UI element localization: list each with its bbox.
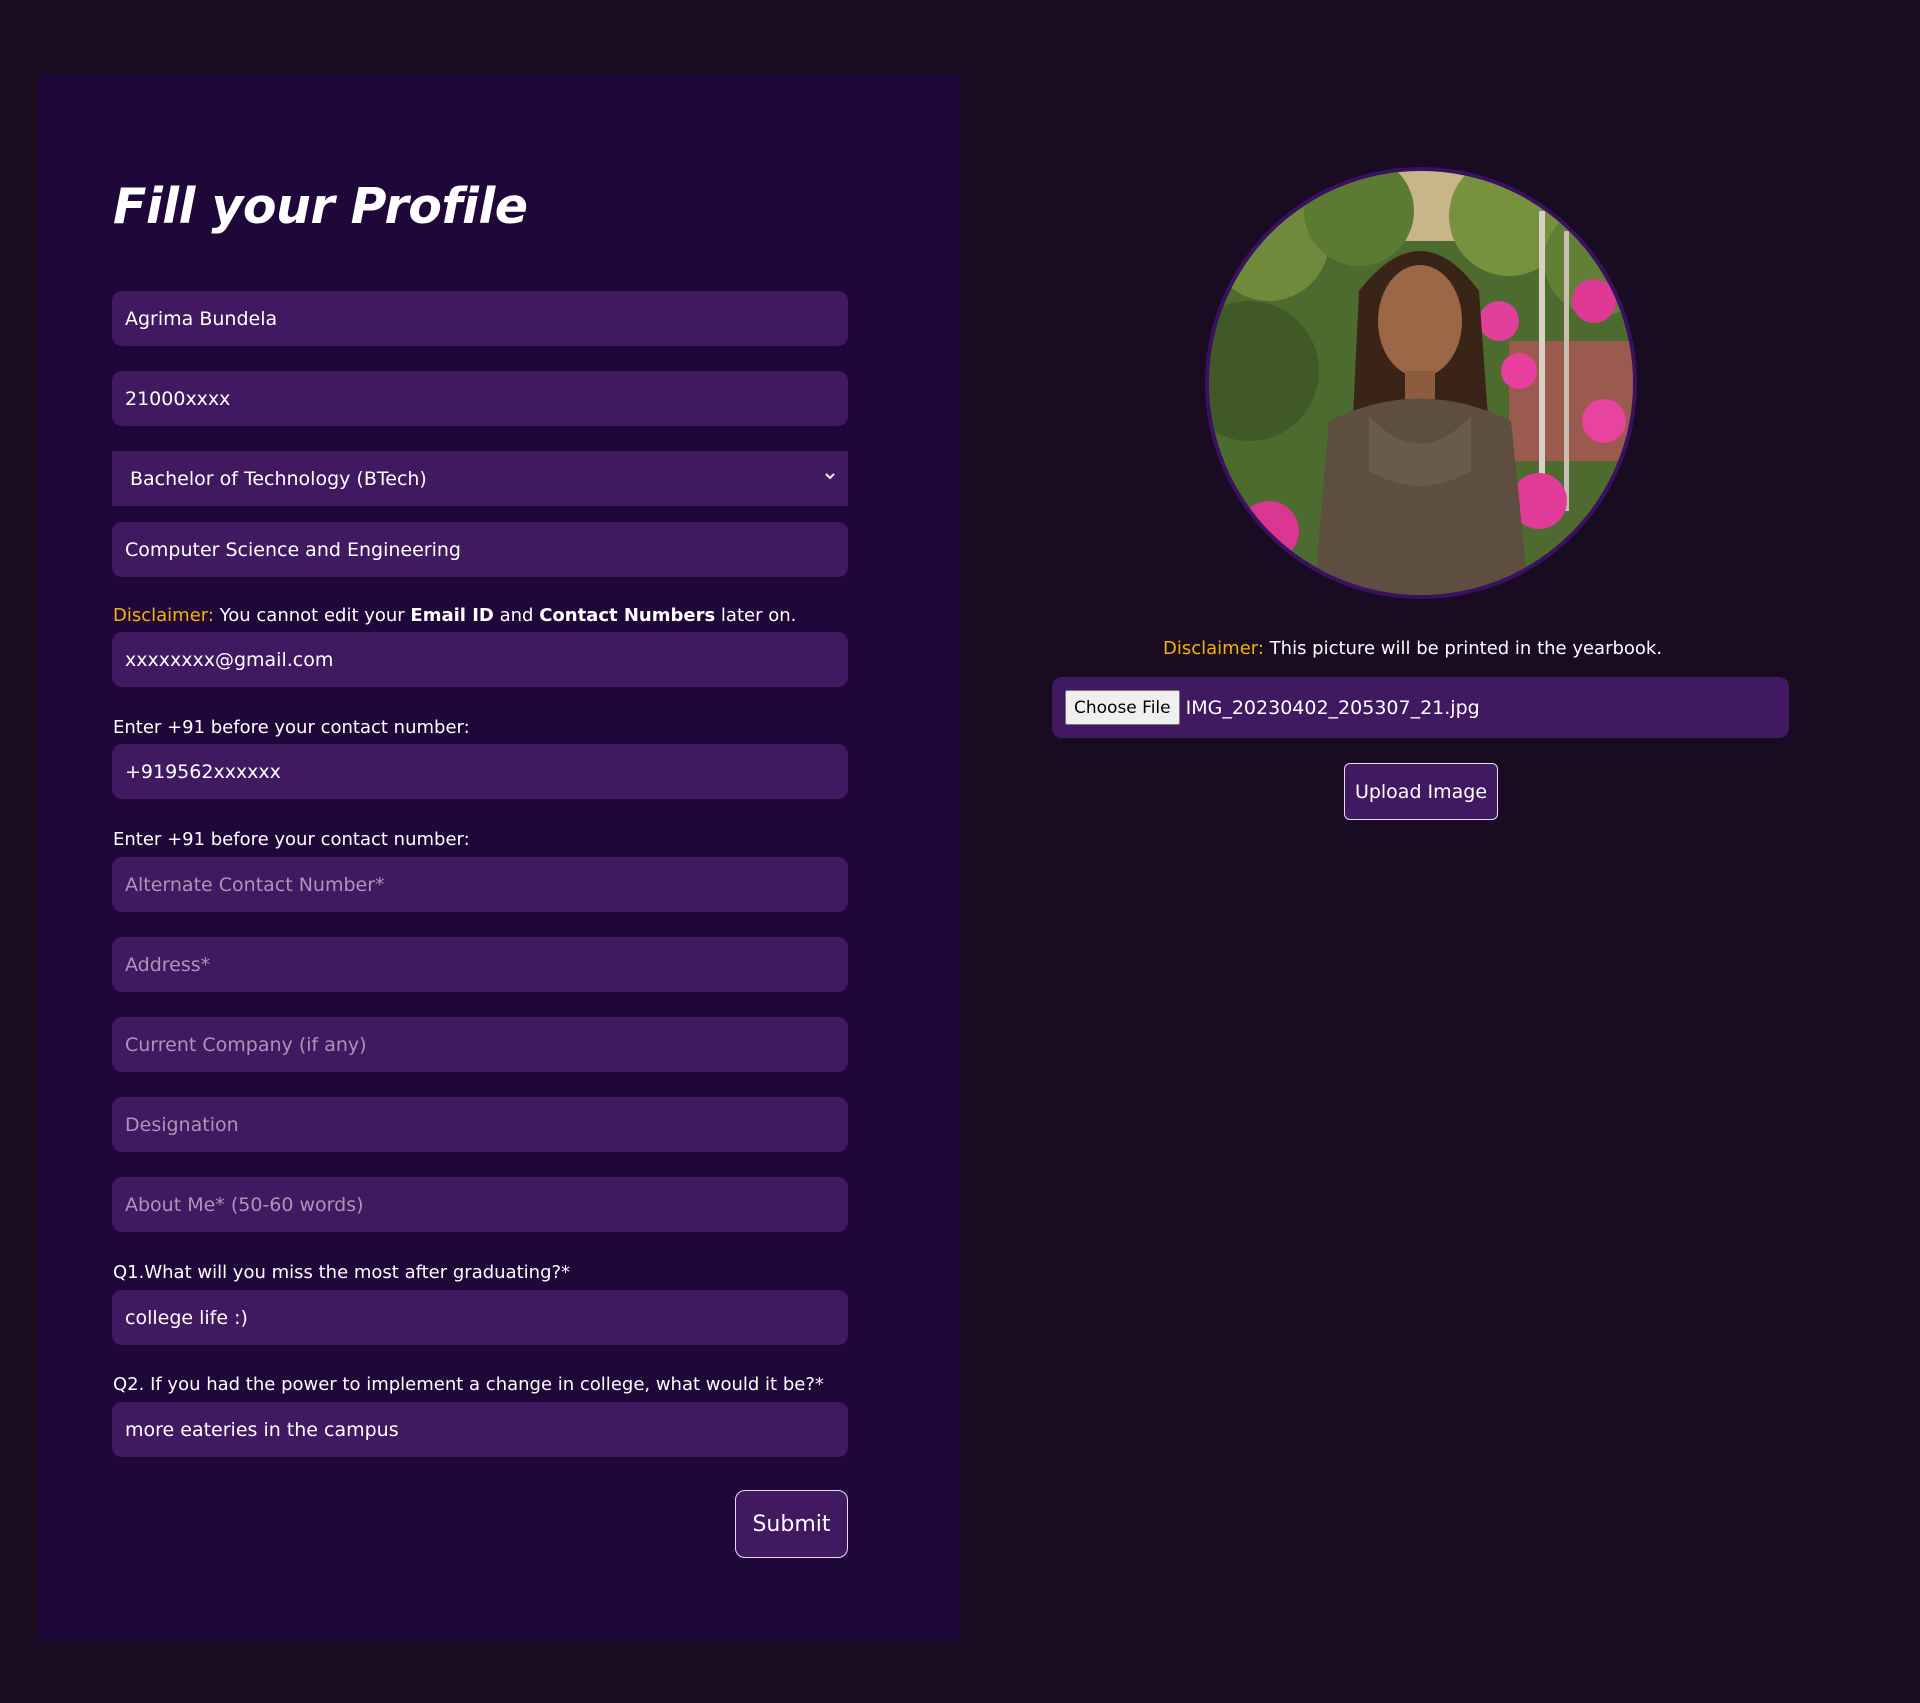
disclaimer-text-end: later on. [715, 605, 797, 626]
submit-button[interactable]: Submit [735, 1490, 848, 1558]
photo-disclaimer: Disclaimer: This picture will be printed… [1163, 638, 1662, 659]
contact-number-field[interactable] [112, 744, 848, 799]
question-2-field[interactable] [112, 1402, 848, 1457]
profile-photo-image [1209, 171, 1633, 595]
branch-field[interactable] [112, 522, 848, 577]
designation-field[interactable] [112, 1097, 848, 1152]
contact-hint-label: Enter +91 before your contact number: [113, 717, 470, 738]
choose-file-button[interactable]: Choose File [1065, 690, 1180, 725]
disclaimer-prefix: Disclaimer: [113, 605, 214, 626]
question-1-field[interactable] [112, 1290, 848, 1345]
roll-number-field[interactable] [112, 371, 848, 426]
chevron-down-icon [825, 472, 835, 479]
degree-select-value: Bachelor of Technology (BTech) [130, 467, 427, 490]
name-field[interactable] [112, 291, 848, 346]
upload-image-button[interactable]: Upload Image [1344, 763, 1498, 820]
question-1-label: Q1.What will you miss the most after gra… [113, 1262, 571, 1283]
address-field[interactable] [112, 937, 848, 992]
alt-contact-hint-label: Enter +91 before your contact number: [113, 829, 470, 850]
email-disclaimer: Disclaimer: You cannot edit your Email I… [113, 605, 796, 626]
disclaimer-text: You cannot edit your [213, 605, 411, 626]
question-2-label: Q2. If you had the power to implement a … [113, 1374, 824, 1395]
selected-file-name: IMG_20230402_205307_21.jpg [1185, 696, 1480, 719]
disclaimer-email-emphasis: Email ID [410, 605, 494, 626]
current-company-field[interactable] [112, 1017, 848, 1072]
page-title: Fill your Profile [113, 178, 528, 235]
degree-select[interactable]: Bachelor of Technology (BTech) [112, 451, 848, 506]
email-field[interactable] [112, 632, 848, 687]
disclaimer-contact-emphasis: Contact Numbers [539, 605, 716, 626]
profile-photo [1205, 167, 1637, 599]
alternate-contact-field[interactable] [112, 857, 848, 912]
photo-disclaimer-prefix: Disclaimer: [1163, 638, 1264, 659]
about-me-field[interactable] [112, 1177, 848, 1232]
disclaimer-text-and: and [493, 605, 540, 626]
file-input[interactable]: Choose File IMG_20230402_205307_21.jpg [1052, 677, 1789, 738]
photo-disclaimer-text: This picture will be printed in the year… [1263, 638, 1663, 659]
